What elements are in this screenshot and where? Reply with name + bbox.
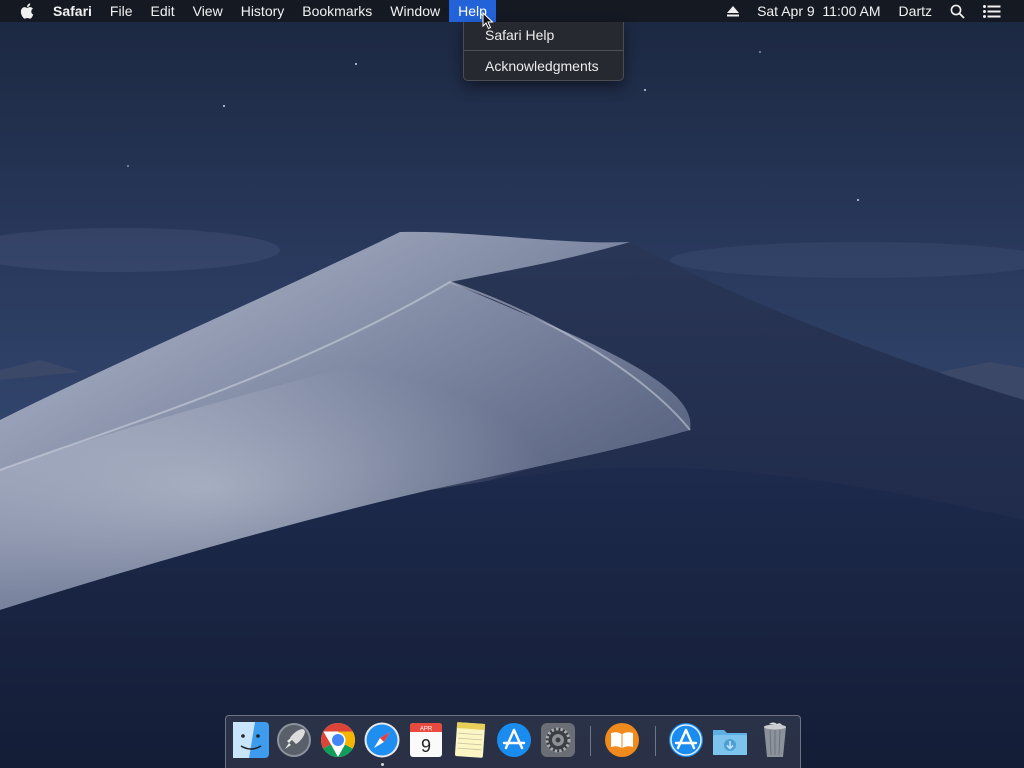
finder-icon[interactable] [232, 721, 270, 759]
system-preferences-icon[interactable] [539, 721, 577, 759]
chrome-icon[interactable] [319, 721, 357, 759]
applications-stack-icon[interactable] [667, 721, 705, 759]
menu-file[interactable]: File [101, 0, 142, 22]
menu-edit[interactable]: Edit [141, 0, 183, 22]
downloads-folder-icon[interactable] [711, 721, 749, 759]
menu-bar-status-area: Sat Apr 9 11:00 AM Dartz [718, 0, 1024, 22]
menu-window[interactable]: Window [381, 0, 449, 22]
eject-button[interactable] [718, 0, 748, 22]
spotlight-search-icon [950, 4, 965, 19]
calendar-day: 9 [421, 736, 431, 756]
safari-icon[interactable] [363, 721, 401, 759]
launchpad-icon[interactable] [275, 721, 313, 759]
help-menu-dropdown: Safari Help Acknowledgments [463, 22, 624, 81]
menu-history[interactable]: History [232, 0, 294, 22]
mouse-pointer-icon [482, 12, 494, 30]
apple-logo-icon [20, 3, 34, 19]
apple-menu[interactable] [18, 0, 36, 22]
trash-icon[interactable] [756, 721, 794, 759]
menu-bookmarks[interactable]: Bookmarks [293, 0, 381, 22]
books-icon[interactable] [603, 721, 641, 759]
calendar-icon[interactable]: APR 9 [407, 721, 445, 759]
dock-separator [655, 726, 656, 756]
dock-separator [590, 726, 591, 756]
eject-icon [727, 5, 740, 16]
running-indicator [381, 763, 384, 766]
user-menu[interactable]: Dartz [890, 0, 941, 22]
menu-safari[interactable]: Safari [44, 0, 101, 22]
mojave-dark-wallpaper [0, 0, 1024, 768]
notification-center-icon [983, 4, 1001, 18]
menu-bar: Safari File Edit View History Bookmarks … [0, 0, 1024, 22]
menu-separator [464, 50, 623, 51]
app-store-icon[interactable] [495, 721, 533, 759]
menu-item-acknowledgments[interactable]: Acknowledgments [464, 55, 623, 77]
dock: APR 9 [225, 715, 801, 768]
notes-icon[interactable] [451, 721, 489, 759]
spotlight-button[interactable] [941, 0, 974, 22]
menu-view[interactable]: View [184, 0, 232, 22]
calendar-month: APR [420, 727, 433, 733]
desktop: Safari File Edit View History Bookmarks … [0, 0, 1024, 768]
notification-center-button[interactable] [974, 0, 1010, 22]
clock[interactable]: Sat Apr 9 11:00 AM [748, 0, 889, 22]
